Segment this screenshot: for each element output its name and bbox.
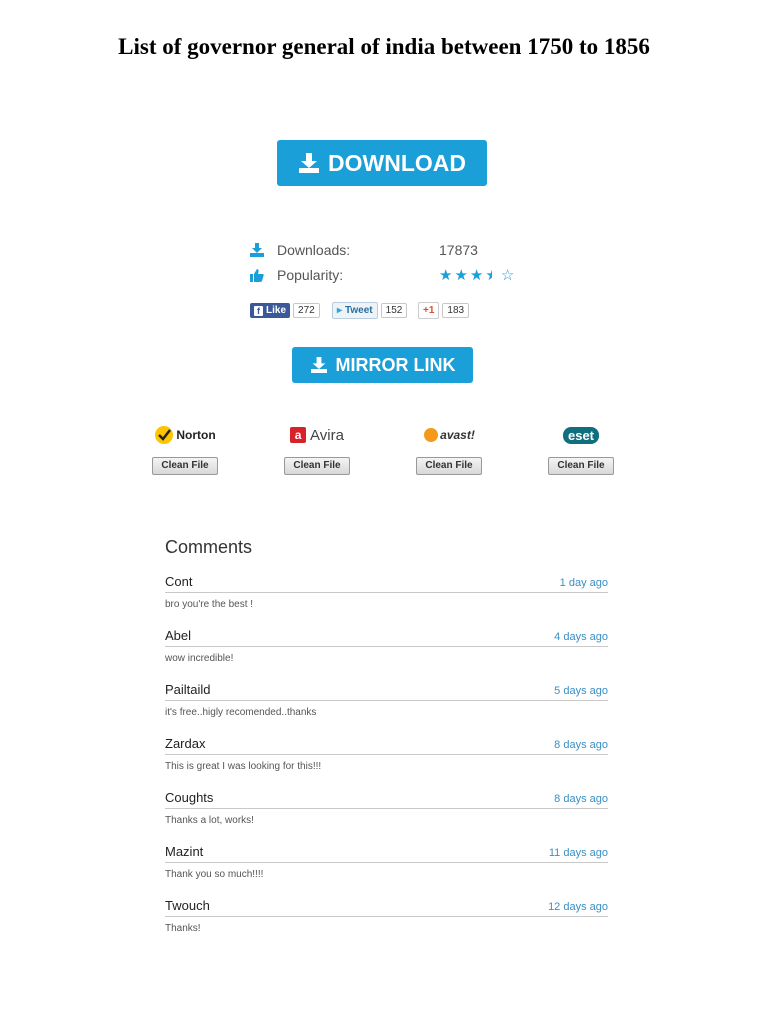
avast-icon xyxy=(424,428,439,442)
eset-logo: eset xyxy=(547,422,615,448)
popularity-row: Popularity: ★ ★ ★ ★ ☆ xyxy=(250,265,514,285)
clean-file-badge: Clean File xyxy=(548,457,614,475)
comment-author[interactable]: Cont xyxy=(165,574,192,589)
comment-author[interactable]: Twouch xyxy=(165,898,210,913)
downloads-row: Downloads: 17873 xyxy=(250,240,478,260)
googleplus-share[interactable]: +1 183 xyxy=(418,302,470,319)
comment-item: Zardax 8 days ago This is great I was look… xyxy=(165,736,608,772)
comment-time[interactable]: 11 days ago xyxy=(549,847,608,859)
popularity-label: Popularity: xyxy=(277,267,344,283)
clean-file-badge: Clean File xyxy=(152,457,218,475)
comment-author[interactable]: Pailtaild xyxy=(165,682,211,697)
avast-logo: avast! xyxy=(415,422,483,448)
facebook-like-label: Like xyxy=(266,305,287,316)
comment-author[interactable]: Mazint xyxy=(165,844,203,859)
avira-icon: a xyxy=(290,427,307,443)
facebook-like-button[interactable]: f Like xyxy=(250,303,291,318)
comment-header: Mazint 11 days ago xyxy=(165,844,608,863)
avast-name: avast! xyxy=(440,428,475,442)
comment-author[interactable]: Zardax xyxy=(165,736,205,751)
comment-item: Pailtaild 5 days ago it's free..higly reco… xyxy=(165,682,608,718)
comment-header: Pailtaild 5 days ago xyxy=(165,682,608,701)
avira-logo: a Avira xyxy=(283,422,351,448)
comment-text: it's free..higly recomended..thanks xyxy=(165,707,317,718)
eset-badge: eset Clean File xyxy=(547,422,615,475)
avast-badge: avast! Clean File xyxy=(415,422,483,475)
comment-header: Coughts 8 days ago xyxy=(165,790,608,809)
clean-file-badge: Clean File xyxy=(416,457,482,475)
comment-text: Thank you so much!!!! xyxy=(165,869,264,880)
tweet-count: 152 xyxy=(380,303,408,318)
comment-time[interactable]: 5 days ago xyxy=(554,685,608,697)
download-icon xyxy=(250,243,264,257)
norton-badge: Norton Clean File xyxy=(151,422,219,475)
downloads-label: Downloads: xyxy=(277,242,351,258)
thumbs-up-icon xyxy=(250,269,264,282)
twitter-tweet[interactable]: ▸ Tweet 152 xyxy=(332,302,408,319)
comment-item: Cont 1 day ago bro you're the best ! xyxy=(165,574,608,610)
comment-text: Thanks a lot, works! xyxy=(165,815,254,826)
star-icon-full: ★ xyxy=(469,267,484,284)
comment-time[interactable]: 4 days ago xyxy=(554,631,608,643)
tweet-button[interactable]: ▸ Tweet xyxy=(332,302,378,319)
comment-text: bro you're the best ! xyxy=(165,599,254,610)
facebook-like-count: 272 xyxy=(293,303,320,318)
comment-header: Abel 4 days ago xyxy=(165,628,608,647)
comment-header: Twouch 12 days ago xyxy=(165,898,608,917)
page-title: List of governor general of india betwee… xyxy=(118,34,650,59)
comment-time[interactable]: 8 days ago xyxy=(554,793,608,805)
download-button[interactable]: DOWNLOAD xyxy=(277,140,487,186)
comment-text: wow incredible! xyxy=(165,653,234,664)
star-icon-half: ★ xyxy=(485,267,499,284)
popularity-stars: ★ ★ ★ ★ ☆ xyxy=(439,266,514,284)
mirror-link-label: MIRROR LINK xyxy=(335,354,456,375)
comment-author[interactable]: Abel xyxy=(165,628,191,643)
comment-time[interactable]: 12 days ago xyxy=(548,901,608,913)
comment-text: Thanks! xyxy=(165,923,201,934)
comment-item: Mazint 11 days ago Thank you so much!!!! xyxy=(165,844,608,880)
avira-name: Avira xyxy=(310,426,344,444)
comment-item: Abel 4 days ago wow incredible! xyxy=(165,628,608,664)
googleplus-label: +1 xyxy=(423,305,435,316)
googleplus-count: 183 xyxy=(442,303,470,318)
comment-time[interactable]: 1 day ago xyxy=(560,577,608,589)
comment-header: Cont 1 day ago xyxy=(165,574,608,593)
comment-header: Zardax 8 days ago xyxy=(165,736,608,755)
googleplus-button[interactable]: +1 xyxy=(418,302,440,319)
comments-title: Comments xyxy=(165,537,253,557)
star-icon-full: ★ xyxy=(439,267,453,284)
tweet-label: Tweet xyxy=(345,305,373,316)
star-icon-empty: ☆ xyxy=(500,267,515,284)
norton-check-icon xyxy=(155,426,174,444)
download-icon xyxy=(310,357,327,373)
eset-name: eset xyxy=(562,426,600,444)
comment-text: This is great I was looking for this!!! xyxy=(165,761,322,772)
download-button-label: DOWNLOAD xyxy=(328,149,466,176)
comment-time[interactable]: 8 days ago xyxy=(554,739,608,751)
facebook-icon: f xyxy=(254,305,263,316)
norton-logo: Norton xyxy=(151,422,219,448)
downloads-value: 17873 xyxy=(439,242,478,258)
mirror-link-button[interactable]: MIRROR LINK xyxy=(292,347,473,383)
download-icon xyxy=(299,153,319,173)
clean-file-badge: Clean File xyxy=(284,457,350,475)
comment-item: Coughts 8 days ago Thanks a lot, works! xyxy=(165,790,608,826)
twitter-bird-icon: ▸ xyxy=(337,305,343,316)
comment-item: Twouch 12 days ago Thanks! xyxy=(165,898,608,934)
avira-badge: a Avira Clean File xyxy=(283,422,351,475)
comment-author[interactable]: Coughts xyxy=(165,790,213,805)
star-icon-full: ★ xyxy=(454,267,468,284)
norton-name: Norton xyxy=(176,428,216,442)
facebook-like[interactable]: f Like 272 xyxy=(250,302,320,319)
